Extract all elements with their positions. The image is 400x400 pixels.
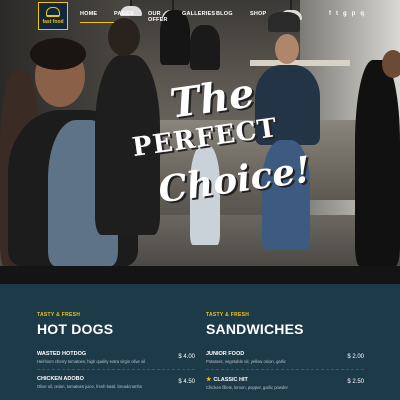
menu-item[interactable]: JUNIOR FOOD Potatoes, vegetable oil, yel… <box>206 351 364 364</box>
menu-item-our-offer[interactable]: OUR OFFER <box>148 11 182 23</box>
food-menu-section: TASTY & FRESH HOT DOGS WASTED HOTDOG Hei… <box>0 284 400 400</box>
search-icon[interactable]: q <box>360 11 364 17</box>
main-menu: HOME PAGES OUR OFFER GALLERIES BLOG SHOP <box>80 11 284 23</box>
site-logo[interactable]: fast food <box>38 2 68 30</box>
menu-item-description: Heirloom cherry tomatoes, high quality e… <box>37 359 146 364</box>
menu-item[interactable]: CHICKEN ADOBO Olive oil, onion, tomatoes… <box>37 376 195 389</box>
menu-item-price: $ 4.00 <box>178 354 195 360</box>
burger-icon <box>46 7 60 17</box>
category-title: HOT DOGS <box>37 321 114 337</box>
section-divider <box>0 266 400 284</box>
menu-column-hot-dogs: TASTY & FRESH HOT DOGS WASTED HOTDOG Hei… <box>37 312 195 389</box>
menu-item-home[interactable]: HOME <box>80 11 114 23</box>
hero-headline: The PERFECT Choice! <box>130 69 313 215</box>
hero-person-head <box>382 50 400 78</box>
menu-item-name: JUNIOR FOOD <box>206 351 245 357</box>
menu-item-price: $ 2.50 <box>347 379 364 385</box>
hero-person <box>190 25 220 70</box>
menu-item-name: CHICKEN ADOBO <box>37 376 84 382</box>
menu-item-description: Potatoes, vegetable oil, yellow onion, g… <box>206 359 287 364</box>
hero-person-head <box>275 34 299 64</box>
hero-person <box>355 60 400 266</box>
menu-item-price: $ 2.00 <box>347 354 364 360</box>
menu-item-name: WASTED HOTDOG <box>37 351 87 357</box>
menu-item-description: Olive oil, onion, tomatoes juice, fresh … <box>37 384 142 389</box>
menu-item-pages[interactable]: PAGES <box>114 11 148 23</box>
menu-item-name: CLASSIC HIT <box>213 377 248 383</box>
facebook-icon[interactable]: f <box>329 11 331 17</box>
top-navigation: fast food HOME PAGES OUR OFFER GALLERIES… <box>0 0 400 30</box>
category-tag: TASTY & FRESH <box>206 312 250 318</box>
pinterest-icon[interactable]: p <box>352 11 356 17</box>
menu-item-blog[interactable]: BLOG <box>216 11 250 23</box>
headline-line-3: Choice! <box>155 148 314 212</box>
category-title: SANDWICHES <box>206 321 304 337</box>
menu-item-price: $ 4.50 <box>178 379 195 385</box>
twitter-icon[interactable]: t <box>336 11 338 17</box>
menu-item-galleries[interactable]: GALLERIES <box>182 11 216 23</box>
menu-item[interactable]: WASTED HOTDOG Heirloom cherry tomatoes, … <box>37 351 195 364</box>
category-tag: TASTY & FRESH <box>37 312 81 318</box>
menu-item-shop[interactable]: SHOP <box>250 11 284 23</box>
google-icon[interactable]: g <box>343 11 347 17</box>
social-links: f t g p q <box>329 11 364 17</box>
menu-column-sandwiches: TASTY & FRESH SANDWICHES JUNIOR FOOD Pot… <box>206 312 364 390</box>
star-icon: ★ <box>206 377 212 383</box>
item-separator <box>206 369 364 370</box>
logo-text: fast food <box>42 19 64 25</box>
menu-item-name-row: ★ CLASSIC HIT <box>206 376 364 383</box>
item-separator <box>37 369 195 370</box>
hero-person-hair <box>30 38 86 70</box>
menu-item[interactable]: ★ CLASSIC HIT Chicken fillets, lemon, pep… <box>206 376 364 390</box>
menu-item-description: Chicken fillets, lemon, pepper, garlic p… <box>206 385 288 390</box>
